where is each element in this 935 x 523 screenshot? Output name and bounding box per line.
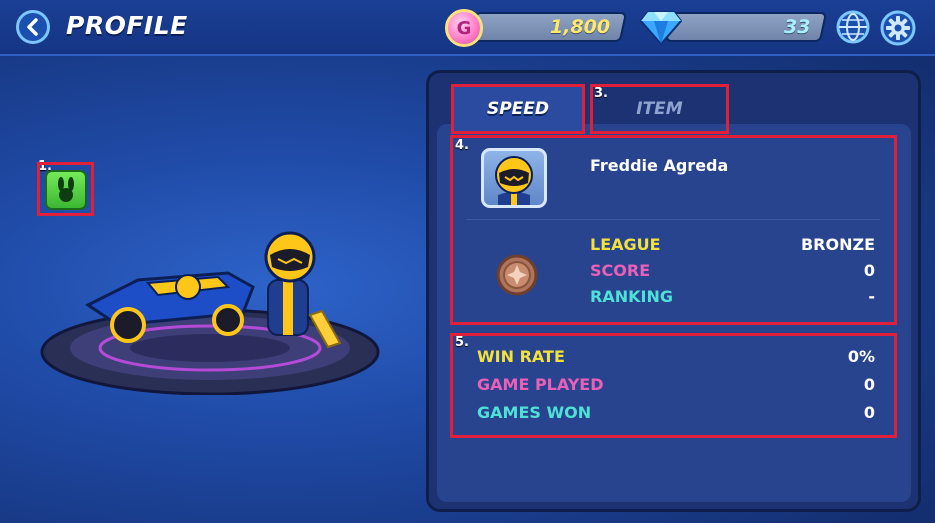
racer-helmet-icon [495, 156, 533, 205]
tab-item-label: ITEM [636, 99, 683, 119]
league-label: LEAGUE [590, 235, 661, 254]
ranking-value: - [868, 287, 875, 306]
win-rate-label: WIN RATE [477, 347, 565, 366]
globe-icon[interactable] [836, 10, 870, 44]
back-arrow-icon [27, 18, 38, 36]
win-rate-value: 0% [847, 347, 875, 366]
league-medal-icon [496, 254, 538, 296]
gem-counter[interactable]: 33 [664, 12, 828, 42]
tab-speed[interactable]: SPEED [451, 84, 585, 134]
page-title: PROFILE [66, 11, 188, 40]
bunny-badge-icon[interactable] [45, 170, 87, 210]
tab-item[interactable]: ITEM [590, 84, 729, 134]
back-button[interactable] [16, 10, 50, 44]
game-played-label: GAME PLAYED [477, 375, 604, 394]
games-won-value: 0 [863, 403, 875, 422]
ranking-label: RANKING [590, 287, 673, 306]
league-value: BRONZE [800, 235, 875, 254]
games-won-label: GAMES WON [477, 403, 592, 422]
coin-icon: G [445, 9, 483, 47]
gold-amount: 1,800 [549, 16, 610, 38]
badge-highlight[interactable] [37, 162, 94, 216]
player-avatar[interactable] [481, 148, 547, 208]
player-name: Freddie Agreda [590, 156, 729, 175]
gear-icon[interactable] [880, 10, 916, 46]
game-played-value: 0 [863, 375, 875, 394]
score-value: 0 [863, 261, 875, 280]
coin-symbol: G [456, 17, 472, 39]
gem-amount: 33 [783, 16, 810, 38]
tab-speed-label: SPEED [486, 99, 550, 119]
bunny-silhouette [58, 177, 74, 202]
gold-counter[interactable]: 1,800 [468, 12, 628, 42]
kart-and-racer [85, 231, 342, 349]
gem-icon [640, 11, 682, 46]
score-label: SCORE [590, 261, 651, 280]
divider [466, 219, 880, 220]
